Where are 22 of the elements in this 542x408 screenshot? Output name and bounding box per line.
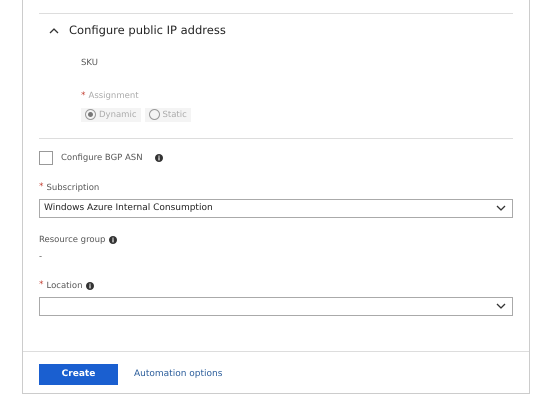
required-mark: * [39, 279, 44, 292]
dropdown-icon[interactable] [496, 205, 506, 212]
field-label: Resource group [39, 234, 106, 246]
section-title: Configure public IP address [69, 22, 226, 39]
required-mark: * [39, 181, 44, 194]
field-label: Location [46, 280, 82, 292]
field-label: Subscription [46, 182, 100, 194]
dropdown-icon[interactable] [496, 303, 506, 310]
create-button[interactable]: Create [39, 364, 118, 385]
collapse-icon[interactable] [49, 28, 59, 34]
field-value: - [39, 250, 44, 264]
info-icon[interactable] [109, 236, 118, 244]
checkbox[interactable] [39, 151, 53, 166]
automation-options-link[interactable]: Automation options [134, 368, 222, 382]
field-label: SKU [81, 57, 99, 70]
field-label: Assignment [88, 90, 139, 104]
checkbox-label: Configure BGP ASN [61, 152, 143, 165]
dropdown-field[interactable]: Windows Azure Internal Consumption [39, 198, 513, 218]
required-mark: * [81, 90, 86, 103]
dropdown-field[interactable] [39, 296, 513, 316]
info-icon[interactable] [86, 282, 94, 290]
info-icon[interactable] [154, 154, 163, 162]
